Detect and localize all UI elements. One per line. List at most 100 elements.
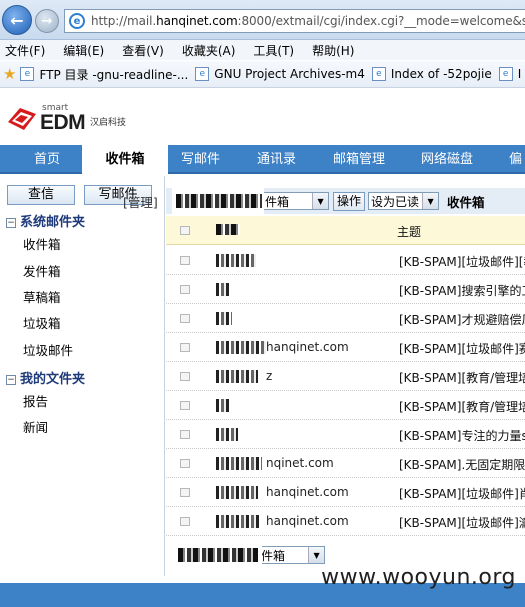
- redaction: [216, 312, 232, 325]
- favorite-label: Index of -52pojie: [390, 67, 492, 81]
- mail-toolbar: 件箱 ▼ 操作 设为已读 ▼ 收件箱: [166, 188, 525, 214]
- operate-button[interactable]: 操作: [333, 191, 366, 211]
- tab-inbox[interactable]: 收件箱: [82, 145, 168, 176]
- table-header: 主题: [166, 216, 525, 245]
- select-value: 设为已读: [371, 194, 420, 209]
- menu-help[interactable]: 帮助(H): [312, 42, 354, 59]
- folder-spam[interactable]: 垃圾邮件: [23, 340, 73, 359]
- group-title: 系统邮件夹: [20, 215, 86, 230]
- watermark: www.wooyun.org: [321, 565, 516, 590]
- mark-as-select[interactable]: 设为已读 ▼: [368, 192, 440, 210]
- table-row[interactable]: hanqinet.com [KB-SPAM][垃圾邮件]瀹: [166, 507, 525, 536]
- favorite-link[interactable]: e I: [498, 67, 521, 81]
- redaction: [216, 341, 266, 354]
- subject-column-header[interactable]: 主题: [397, 223, 421, 240]
- my-folders-group[interactable]: − 我的文件夹: [6, 368, 85, 387]
- menu-tools[interactable]: 工具(T): [253, 42, 294, 59]
- row-subject[interactable]: [KB-SPAM][教育/管理培: [399, 398, 525, 415]
- row-subject[interactable]: [KB-SPAM]专注的力量su: [399, 427, 525, 444]
- forward-arrow-icon[interactable]: →: [35, 9, 59, 33]
- row-subject[interactable]: [KB-SPAM][垃圾邮件]瀹: [399, 514, 525, 531]
- browser-toolbar: ← → e http://mail.hanqinet.com:8000/extm…: [0, 0, 525, 40]
- menu-favorites[interactable]: 收藏夹(A): [182, 42, 236, 59]
- menu-file[interactable]: 文件(F): [5, 42, 45, 59]
- dropdown-arrow-icon: ▼: [312, 193, 329, 209]
- table-row[interactable]: [KB-SPAM]专注的力量su: [166, 420, 525, 449]
- row-checkbox[interactable]: [180, 343, 190, 352]
- row-checkbox[interactable]: [180, 256, 190, 265]
- top-nav: 首页 收件箱 写邮件 通讯录 邮箱管理 网络磁盘 偏: [0, 145, 525, 176]
- row-sender: hanqinet.com: [266, 340, 349, 354]
- manage-folders-link[interactable]: [管理]: [123, 195, 158, 210]
- folder-news[interactable]: 新闻: [23, 417, 48, 436]
- ie-icon: e: [69, 13, 85, 29]
- row-checkbox[interactable]: [180, 314, 190, 323]
- redaction: [216, 457, 262, 470]
- tab-netdisk[interactable]: 网络磁盘: [421, 145, 473, 174]
- table-row[interactable]: [KB-SPAM]搜索引擎的工: [166, 275, 525, 304]
- favorite-link[interactable]: e GNU Project Archives-m4: [195, 67, 365, 81]
- table-row[interactable]: [KB-SPAM]才规避赔偿风: [166, 304, 525, 333]
- redaction: [216, 370, 258, 383]
- system-folders-group[interactable]: − 系统邮件夹: [6, 211, 85, 230]
- redacted-area: [172, 542, 262, 568]
- address-bar[interactable]: e http://mail.hanqinet.com:8000/extmail/…: [64, 9, 525, 33]
- menu-edit[interactable]: 编辑(E): [63, 42, 104, 59]
- row-subject[interactable]: [KB-SPAM][教育/管理培: [399, 369, 525, 386]
- table-row[interactable]: hanqinet.com [KB-SPAM][垃圾邮件]赛: [166, 333, 525, 362]
- row-checkbox[interactable]: [180, 459, 190, 468]
- url-suffix: :8000/extmail/cgi/index.cgi?__mode=welco…: [237, 14, 525, 28]
- row-subject[interactable]: [KB-SPAM][垃圾邮件]肖: [399, 485, 525, 502]
- favorite-link[interactable]: e FTP 目录 -gnu-readline-...: [20, 66, 188, 83]
- table-row[interactable]: hanqinet.com [KB-SPAM][垃圾邮件]肖: [166, 478, 525, 507]
- collapse-icon[interactable]: −: [6, 218, 16, 228]
- table-row[interactable]: [KB-SPAM][教育/管理培: [166, 391, 525, 420]
- redaction: [176, 194, 262, 208]
- dropdown-arrow-icon: ▼: [308, 547, 325, 563]
- folder-sent[interactable]: 发件箱: [23, 261, 61, 280]
- redaction: [216, 283, 230, 296]
- tab-mailbox-settings[interactable]: 邮箱管理: [333, 145, 385, 174]
- url-text[interactable]: http://mail.hanqinet.com:8000/extmail/cg…: [91, 14, 525, 28]
- page-icon: e: [371, 67, 386, 81]
- row-subject[interactable]: [KB-SPAM]才规避赔偿风: [399, 311, 525, 328]
- folder-drafts[interactable]: 草稿箱: [23, 287, 61, 306]
- dropdown-arrow-icon: ▼: [422, 193, 439, 209]
- row-checkbox[interactable]: [180, 372, 190, 381]
- move-to-select[interactable]: 件箱 ▼: [262, 192, 330, 210]
- select-value: 件箱: [265, 194, 290, 209]
- redaction: [216, 486, 258, 499]
- redaction: [216, 399, 230, 412]
- row-sender: z: [266, 369, 273, 383]
- tab-compose[interactable]: 写邮件: [181, 145, 220, 174]
- collapse-icon[interactable]: −: [6, 375, 16, 385]
- row-subject[interactable]: [KB-SPAM].无固定期限劳: [399, 456, 525, 473]
- folder-inbox[interactable]: 收件箱: [23, 234, 61, 253]
- move-to-select-bottom[interactable]: 件箱 ▼: [258, 546, 326, 564]
- logo-company-text: 汉启科技: [90, 118, 127, 128]
- row-subject[interactable]: [KB-SPAM]搜索引擎的工: [399, 282, 525, 299]
- table-row[interactable]: [KB-SPAM][垃圾邮件][教: [166, 246, 525, 275]
- row-subject[interactable]: [KB-SPAM][垃圾邮件]赛: [399, 340, 525, 357]
- tab-preferences[interactable]: 偏: [509, 145, 522, 174]
- row-checkbox[interactable]: [180, 430, 190, 439]
- row-subject[interactable]: [KB-SPAM][垃圾邮件][教: [399, 253, 525, 270]
- row-checkbox[interactable]: [180, 285, 190, 294]
- redaction: [216, 515, 260, 528]
- tab-home[interactable]: 首页: [34, 145, 60, 174]
- select-all-checkbox[interactable]: [180, 226, 190, 235]
- table-row[interactable]: nqinet.com [KB-SPAM].无固定期限劳: [166, 449, 525, 478]
- check-mail-button[interactable]: 查信: [7, 185, 75, 205]
- menu-view[interactable]: 查看(V): [122, 42, 164, 59]
- menu-bar: 文件(F) 编辑(E) 查看(V) 收藏夹(A) 工具(T) 帮助(H): [0, 40, 525, 60]
- back-arrow-icon[interactable]: ←: [2, 5, 32, 35]
- row-checkbox[interactable]: [180, 401, 190, 410]
- row-checkbox[interactable]: [180, 488, 190, 497]
- folder-reports[interactable]: 报告: [23, 391, 48, 410]
- favorite-link[interactable]: e Index of -52pojie: [371, 67, 492, 81]
- tab-contacts[interactable]: 通讯录: [257, 145, 296, 174]
- favorites-star-icon[interactable]: ★: [3, 65, 16, 83]
- table-row[interactable]: z [KB-SPAM][教育/管理培: [166, 362, 525, 391]
- row-checkbox[interactable]: [180, 517, 190, 526]
- folder-trash[interactable]: 垃圾箱: [23, 313, 61, 332]
